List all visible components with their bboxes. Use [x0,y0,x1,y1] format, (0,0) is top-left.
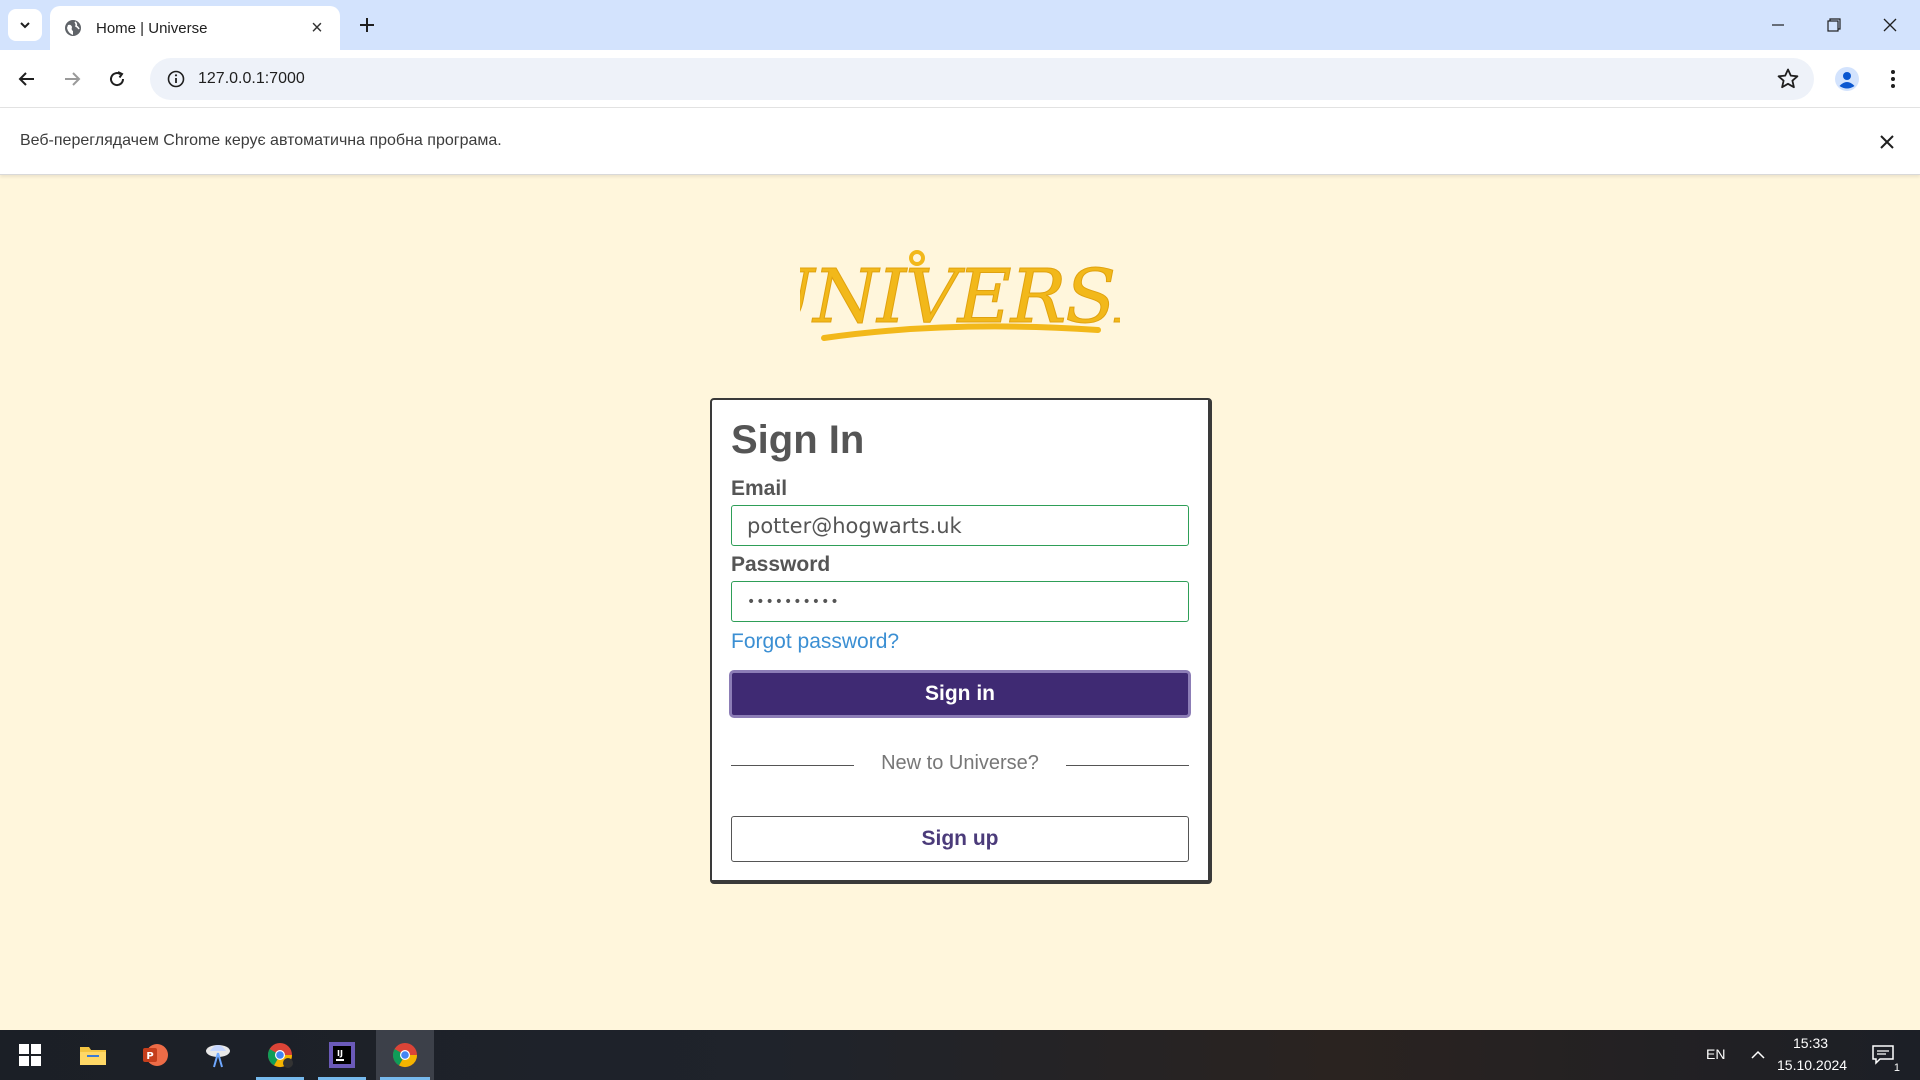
folder-icon [80,1047,106,1065]
tray-overflow-button[interactable] [1740,1030,1776,1080]
notification-icon [1872,1045,1894,1065]
restore-icon [1827,18,1841,32]
signup-button[interactable]: Sign up [731,816,1189,862]
new-tab-button[interactable] [352,10,382,40]
close-window-button[interactable] [1862,0,1918,50]
start-button[interactable] [2,1030,58,1080]
tab-active[interactable]: Home | Universe × [50,6,340,50]
close-icon [1880,135,1894,149]
taskbar-intellij[interactable]: IJ [314,1030,370,1080]
forward-button[interactable] [55,62,89,96]
signin-title: Sign In [731,418,865,462]
language-indicator[interactable]: EN [1706,1046,1725,1062]
tab-strip: Home | Universe × [0,0,1920,50]
svg-text:IJ: IJ [337,1049,343,1058]
taskbar-chrome-automation[interactable] [252,1030,308,1080]
clock-date[interactable]: 15.10.2024 [1777,1057,1847,1073]
windows-taskbar: P IJ EN 15:33 15.10.2024 1 [0,1030,1920,1080]
minimize-icon [1772,24,1784,26]
plus-icon [360,18,374,32]
chrome-icon [392,1043,417,1068]
signin-button[interactable]: Sign in [729,670,1191,718]
windows-logo-icon [19,1044,41,1066]
password-value: •••••••••• [747,593,840,610]
arrow-right-icon [65,72,81,86]
svg-text:P: P [146,1051,153,1062]
url-text: 127.0.0.1:7000 [198,70,305,87]
cloud-app-icon [206,1045,230,1068]
new-user-divider: New to Universe? [731,752,1189,778]
star-icon[interactable] [1776,67,1800,91]
kebab-menu-icon [1891,70,1895,88]
signin-card: Sign In Email potter@hogwarts.uk Passwor… [710,398,1212,884]
taskbar-app-cloud[interactable] [190,1030,246,1080]
email-value: potter@hogwarts.uk [747,513,962,538]
arrow-left-icon [18,72,34,86]
notifications-button[interactable]: 1 [1860,1030,1906,1080]
email-field[interactable]: potter@hogwarts.uk [731,505,1189,546]
info-icon[interactable] [154,70,198,88]
divider-line-right [1066,765,1189,766]
close-icon [1883,18,1897,32]
reload-button[interactable] [100,62,134,96]
chevron-up-icon [1751,1050,1765,1059]
password-label: Password [731,553,831,576]
restore-button[interactable] [1806,0,1862,50]
tab-title: Home | Universe [96,19,208,37]
intellij-icon: IJ [329,1042,355,1068]
profile-icon [1835,67,1859,91]
browser-toolbar: 127.0.0.1:7000 [0,50,1920,108]
globe-icon [65,20,81,36]
chrome-icon [267,1043,293,1068]
notification-count: 1 [1893,1062,1900,1074]
password-field[interactable]: •••••••••• [731,581,1189,622]
profile-button[interactable] [1830,62,1864,96]
clock-time[interactable]: 15:33 [1793,1035,1828,1051]
infobar-message: Веб-переглядачем Chrome керує автоматичн… [20,132,502,149]
tab-close-icon[interactable]: × [306,17,328,39]
menu-button[interactable] [1876,62,1910,96]
address-bar[interactable]: 127.0.0.1:7000 [150,58,1814,100]
infobar-close-button[interactable] [1872,127,1902,157]
powerpoint-icon: P [143,1044,168,1066]
email-label: Email [731,477,788,500]
reload-icon [110,71,125,87]
tab-search-button[interactable] [8,9,42,41]
forgot-password-link[interactable]: Forgot password? [731,630,899,654]
universe-logo: UNIVERSE [800,250,1120,341]
minimize-button[interactable] [1750,0,1806,50]
back-button[interactable] [10,62,44,96]
chevron-down-icon [20,22,30,29]
taskbar-file-explorer[interactable] [65,1030,121,1080]
taskbar-powerpoint[interactable]: P [127,1030,183,1080]
taskbar-chrome[interactable] [376,1030,434,1080]
divider-text: New to Universe? [881,752,1039,774]
automation-infobar: Веб-переглядачем Chrome керує автоматичн… [0,108,1920,175]
